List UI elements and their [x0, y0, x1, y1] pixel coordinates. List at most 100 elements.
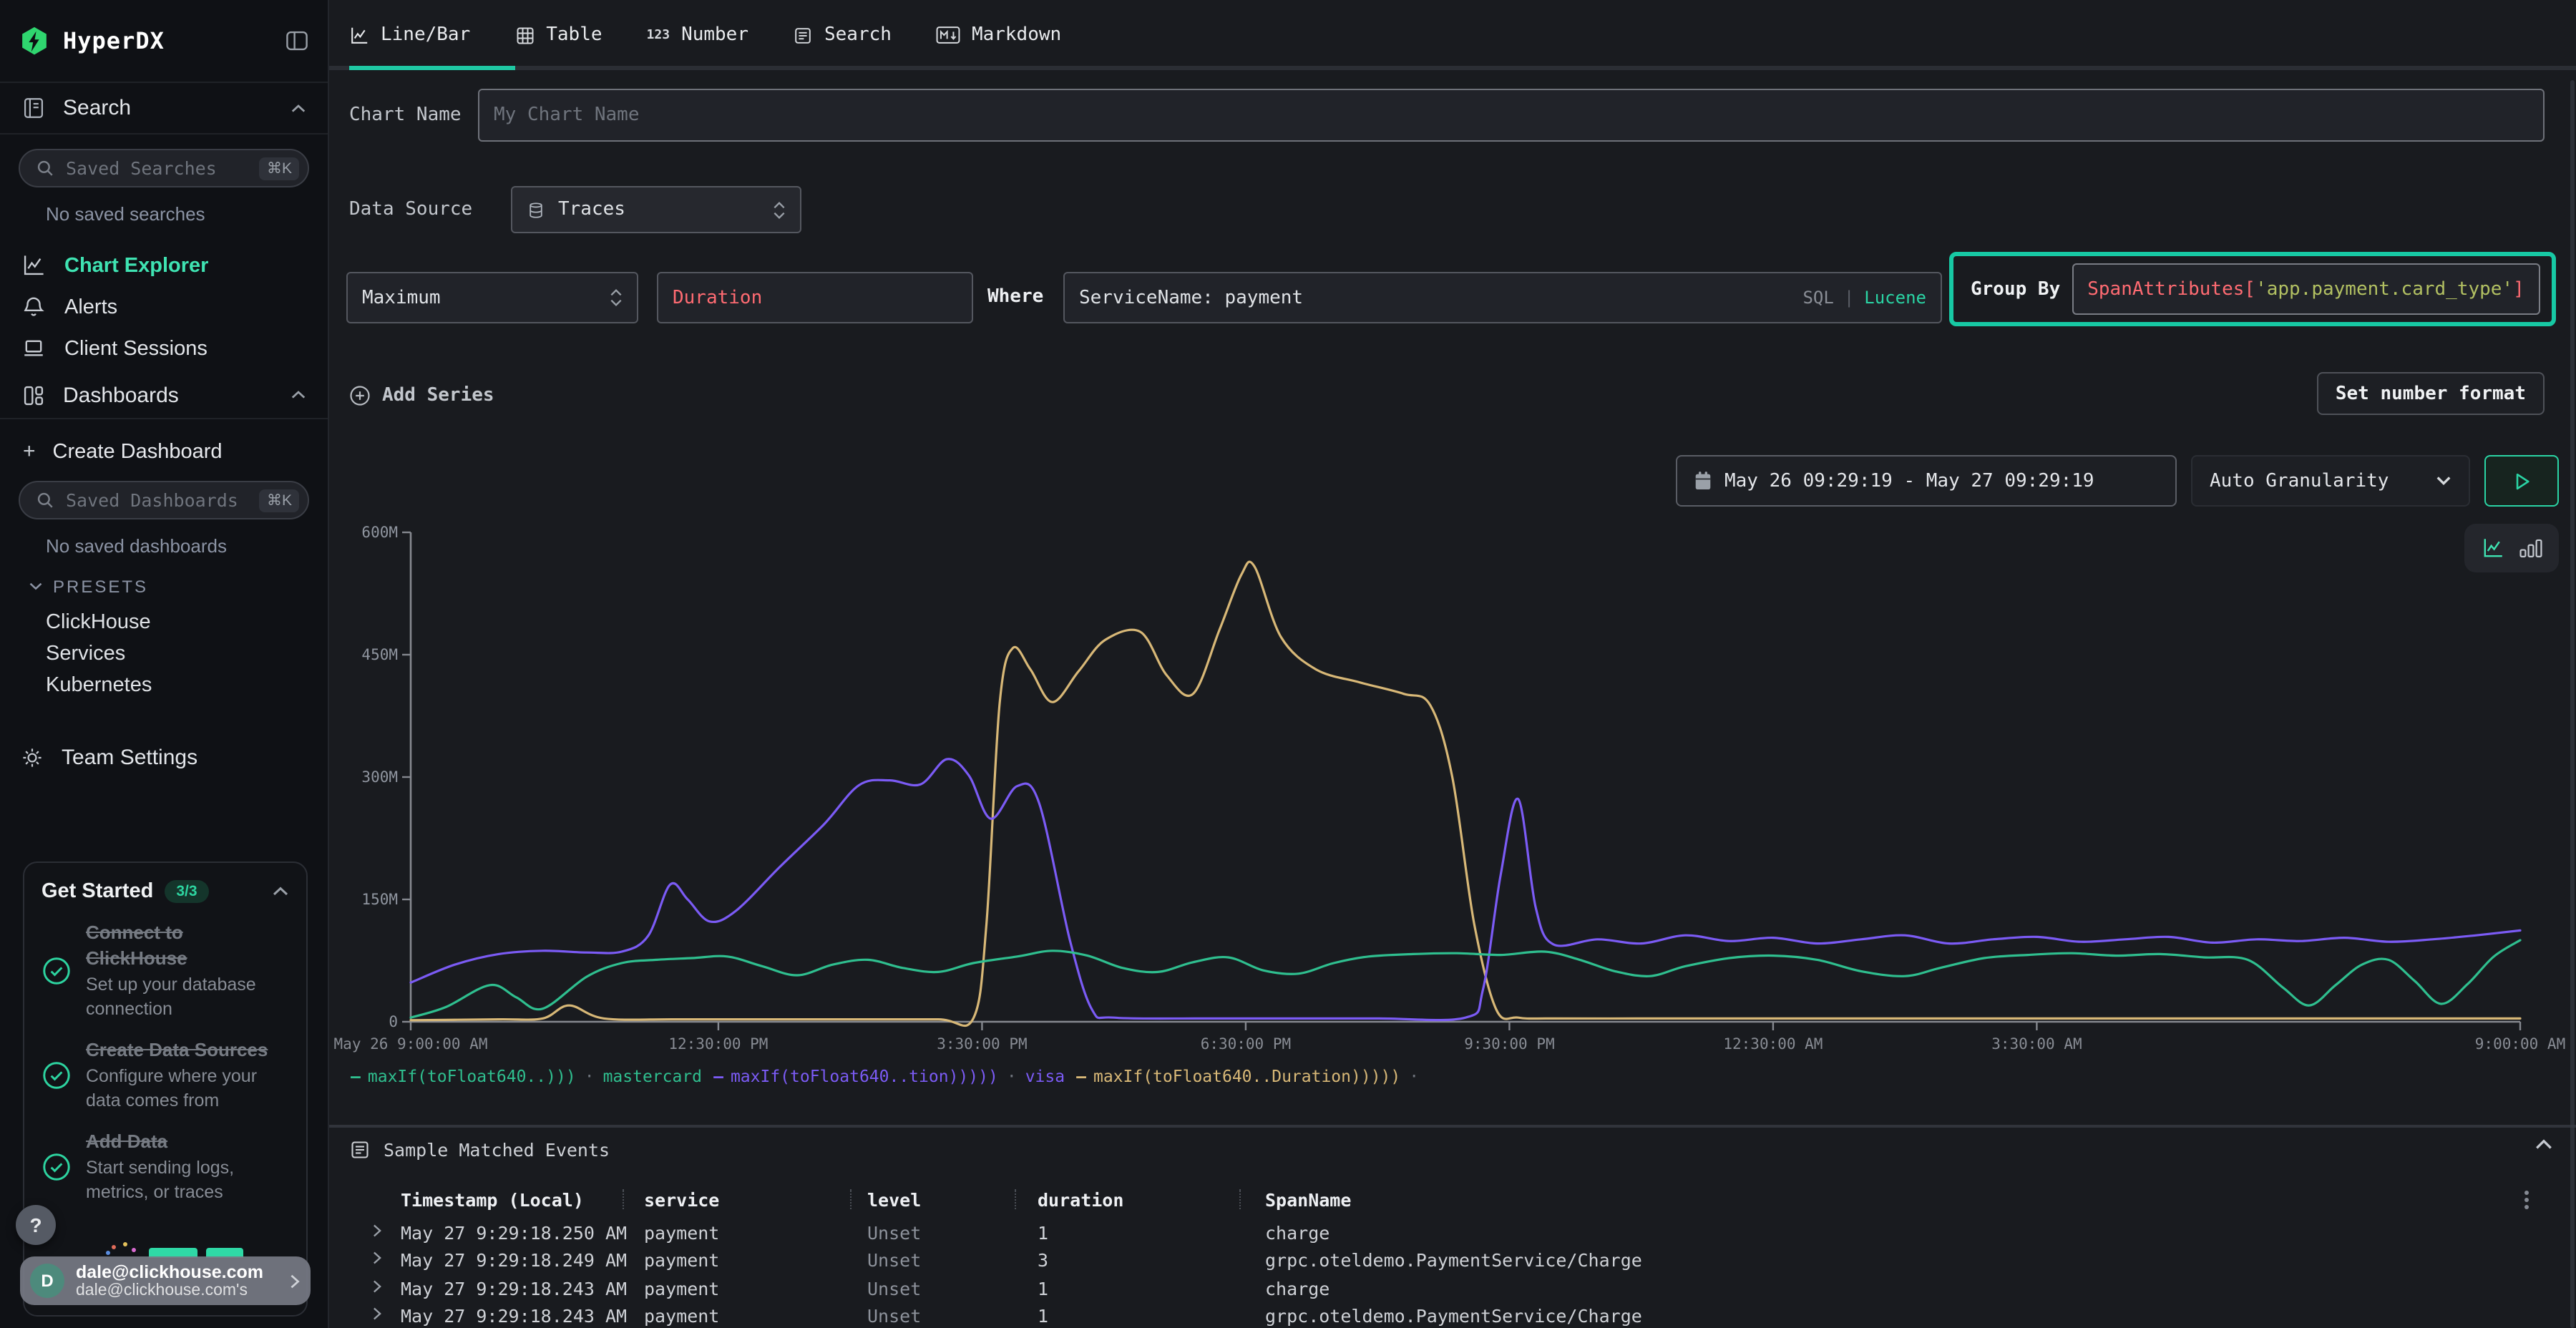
col-duration[interactable]: duration [1038, 1186, 1123, 1214]
saved-dashboards-placeholder: Saved Dashboards [66, 489, 248, 511]
user-account-chip[interactable]: D dale@clickhouse.com dale@clickhouse.co… [20, 1256, 311, 1305]
sidebar-section-search[interactable]: Search [0, 83, 328, 133]
gear-icon [20, 745, 44, 769]
tab-search[interactable]: Search [793, 24, 892, 46]
saved-searches-input[interactable]: Saved Searches ⌘K [19, 149, 309, 187]
expand-row-icon[interactable] [372, 1251, 382, 1265]
saved-dashboards-input[interactable]: Saved Dashboards ⌘K [19, 481, 309, 519]
chevron-up-icon[interactable] [272, 886, 289, 897]
cell-timestamp: May 27 9:29:18.243 AM [401, 1275, 627, 1302]
column-separator[interactable] [1239, 1189, 1241, 1209]
set-number-format-button[interactable]: Set number format [2317, 372, 2545, 415]
where-input-box: SQL | Lucene [1063, 272, 1942, 323]
svg-text:12:30:00 AM: 12:30:00 AM [1723, 1035, 1823, 1053]
chart-type-tabbar: Line/Bar Table 123 Number Search Markdow… [329, 0, 2576, 70]
run-query-button[interactable] [2484, 455, 2559, 507]
checklist-item-connect[interactable]: Connect to ClickHouse Set up your databa… [42, 920, 289, 1020]
bar-chart-icon[interactable] [2518, 538, 2542, 558]
search-icon [36, 491, 54, 509]
sql-mode-toggle[interactable]: SQL [1802, 288, 1833, 308]
preset-services[interactable]: Services [46, 638, 328, 670]
svg-text:150M: 150M [361, 891, 398, 908]
aggregation-select[interactable]: Maximum [346, 272, 638, 323]
event-row[interactable]: May 27 9:29:18.243 AM payment Unset 1 gr… [329, 1302, 2576, 1328]
checklist-item-add-data[interactable]: Add Data Start sending logs, metrics, or… [42, 1129, 289, 1204]
where-input[interactable] [1079, 273, 1802, 322]
event-row[interactable]: May 27 9:29:18.249 AM payment Unset 3 gr… [329, 1246, 2576, 1274]
col-spanname[interactable]: SpanName [1265, 1186, 1351, 1214]
user-email: dale@clickhouse.com [76, 1261, 263, 1281]
team-settings-label: Team Settings [62, 745, 197, 769]
granularity-select[interactable]: Auto Granularity [2191, 455, 2470, 507]
calendar-icon [1694, 471, 1712, 491]
saved-searches-placeholder: Saved Searches [66, 157, 248, 179]
hyperdx-app: HyperDX Search Saved Searches ⌘K No save… [0, 0, 2576, 1328]
help-button[interactable]: ? [16, 1205, 56, 1245]
checklist-item-sources[interactable]: Create Data Sources Configure where your… [42, 1038, 289, 1112]
column-separator[interactable] [1015, 1189, 1016, 1209]
group-by-argument: 'app.payment.card_type' [2255, 278, 2513, 300]
lucene-mode-toggle[interactable]: Lucene [1864, 288, 1926, 308]
svg-text:12:30:00 PM: 12:30:00 PM [668, 1035, 768, 1053]
sidebar-item-alerts[interactable]: Alerts [0, 286, 328, 328]
chart-name-label: Chart Name [349, 104, 478, 126]
sidebar-item-client-sessions[interactable]: Client Sessions [0, 328, 328, 369]
cell-spanname: charge [1265, 1219, 1330, 1246]
legend-separator: · [585, 1066, 595, 1086]
tab-line-bar[interactable]: Line/Bar [349, 24, 470, 46]
legend-separator: · [1409, 1066, 1419, 1086]
chevron-up-icon [291, 102, 306, 114]
granularity-value: Auto Granularity [2210, 470, 2389, 492]
column-separator[interactable] [623, 1189, 624, 1209]
chart-name-input[interactable] [494, 90, 2529, 140]
expand-row-icon[interactable] [372, 1279, 382, 1294]
sidebar-item-chart-explorer[interactable]: Chart Explorer [0, 245, 328, 286]
sidebar-item-team-settings[interactable]: Team Settings [0, 736, 328, 778]
col-level[interactable]: level [867, 1186, 921, 1214]
create-dashboard-label: Create Dashboard [53, 440, 223, 463]
col-timestamp[interactable]: Timestamp (Local) [401, 1186, 584, 1214]
group-by-highlight-ring: Group By SpanAttributes['app.payment.car… [1949, 252, 2556, 326]
column-separator[interactable] [850, 1189, 852, 1209]
table-menu-icon[interactable] [2524, 1198, 2529, 1202]
tab-number[interactable]: 123 Number [647, 24, 748, 46]
select-chevrons-icon [773, 201, 786, 218]
chart-name-field [478, 89, 2545, 142]
sample-events-title: Sample Matched Events [384, 1138, 610, 1160]
expand-row-icon[interactable] [372, 1224, 382, 1238]
cell-spanname: grpc.oteldemo.PaymentService/Charge [1265, 1302, 1642, 1328]
where-label: Where [987, 272, 1043, 323]
col-service[interactable]: service [644, 1186, 719, 1214]
line-chart-icon[interactable] [2481, 537, 2504, 560]
tab-markdown[interactable]: Markdown [936, 24, 1061, 46]
presets-toggle[interactable]: PRESETS [29, 575, 328, 597]
cell-duration: 1 [1038, 1219, 1048, 1246]
preset-clickhouse[interactable]: ClickHouse [46, 607, 328, 638]
main-content: Line/Bar Table 123 Number Search Markdow… [329, 0, 2576, 1328]
event-row[interactable]: May 27 9:29:18.250 AM payment Unset 1 ch… [329, 1219, 2576, 1246]
svg-text:3:30:00 PM: 3:30:00 PM [937, 1035, 1027, 1053]
svg-text:May 26 9:00:00 AM: May 26 9:00:00 AM [334, 1035, 488, 1053]
preset-kubernetes[interactable]: Kubernetes [46, 670, 328, 701]
field-input[interactable] [673, 273, 957, 322]
date-range-value: May 26 09:29:19 - May 27 09:29:19 [1724, 470, 2094, 492]
get-started-progress-badge: 3/3 [165, 880, 208, 903]
chevron-down-icon [2436, 475, 2451, 487]
chart-legend: —maxIf(toFloat640..)))·mastercard —maxIf… [351, 1065, 1428, 1088]
collapse-section-icon[interactable] [2534, 1138, 2553, 1151]
scrollbar[interactable] [2570, 80, 2575, 1328]
event-row[interactable]: May 27 9:29:18.243 AM payment Unset 1 ch… [329, 1275, 2576, 1302]
logo-row: HyperDX [0, 0, 328, 82]
data-source-select[interactable]: Traces [511, 186, 801, 233]
sidebar-collapse-icon[interactable] [285, 29, 309, 53]
add-series-button[interactable]: Add Series [349, 375, 494, 415]
date-range-picker[interactable]: May 26 09:29:19 - May 27 09:29:19 [1676, 455, 2177, 507]
data-source-row: Data Source Traces [349, 186, 801, 233]
create-dashboard-button[interactable]: + Create Dashboard [23, 434, 328, 469]
expand-row-icon[interactable] [372, 1307, 382, 1321]
svg-text:9:00:00 AM: 9:00:00 AM [2475, 1035, 2565, 1053]
sidebar-section-dashboards[interactable]: Dashboards [0, 372, 328, 418]
search-section-label: Search [63, 96, 131, 120]
group-by-input[interactable]: SpanAttributes['app.payment.card_type'] [2072, 263, 2540, 315]
tab-table[interactable]: Table [514, 24, 602, 46]
